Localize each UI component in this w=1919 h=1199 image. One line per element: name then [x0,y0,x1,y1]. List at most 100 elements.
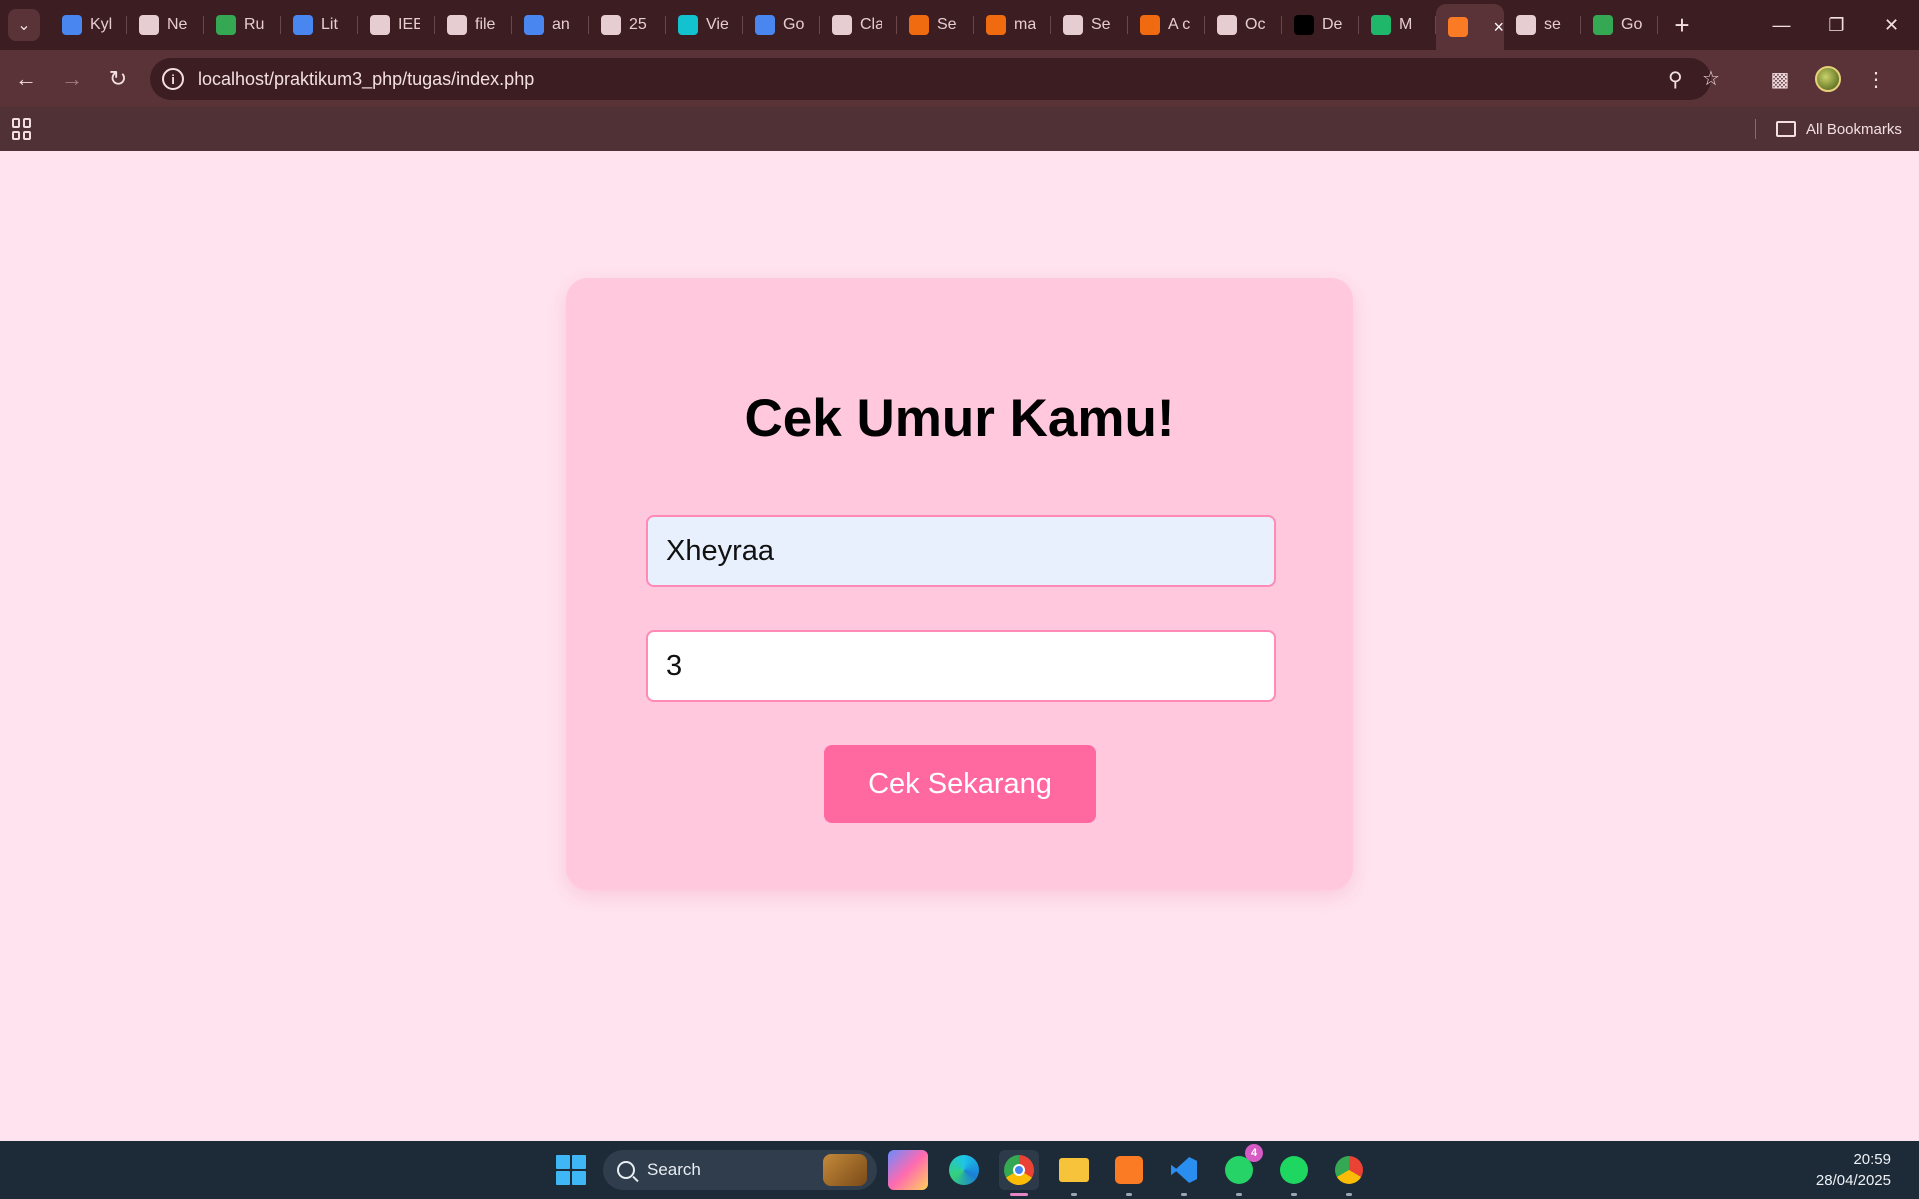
reload-icon: ↻ [108,65,128,91]
url-text[interactable]: localhost/praktikum3_php/tugas/index.php [198,69,534,90]
all-bookmarks-button[interactable]: All Bookmarks [1776,107,1902,151]
search-icon [617,1161,635,1179]
back-button[interactable]: ← [6,59,46,99]
google-translate-icon [755,15,775,35]
vscode-icon[interactable] [1164,1150,1204,1196]
system-clock[interactable]: 20:59 28/04/2025 [1816,1149,1891,1191]
browser-tab[interactable]: Go [743,0,820,50]
tab-label: Vie [706,16,728,33]
copilot-icon[interactable] [888,1150,928,1190]
browser-toolbar: ← → ↻ i localhost/praktikum3_php/tugas/i… [0,50,1919,107]
browser-tab[interactable]: an [512,0,589,50]
address-bar[interactable]: i localhost/praktikum3_php/tugas/index.p… [150,58,1720,100]
age-check-card: Cek Umur Kamu! Cek Sekarang [566,278,1353,890]
chrome-icon [139,15,159,35]
xampp-icon[interactable] [1109,1150,1149,1196]
clock-date: 28/04/2025 [1815,1172,1891,1189]
globe-icon [1063,15,1083,35]
browser-tab[interactable]: Kyl [50,0,127,50]
avatar [1815,66,1841,92]
browser-tab[interactable]: ma [974,0,1051,50]
windows-start-icon[interactable] [556,1155,586,1185]
tab-label: Lit [321,16,338,33]
spotify-icon[interactable] [1274,1150,1314,1196]
extensions-icon[interactable]: ▩ [1760,59,1800,99]
browser-tab[interactable]: file [435,0,512,50]
age-input[interactable] [646,630,1276,702]
close-window-button[interactable]: ✕ [1864,0,1919,50]
check-now-button[interactable]: Cek Sekarang [824,745,1096,823]
globe-icon [1516,15,1536,35]
e-icon [909,15,929,35]
x-icon [1294,15,1314,35]
tab-label: Go [1621,16,1643,33]
browser-tab[interactable]: Ru [204,0,281,50]
restore-button[interactable]: ❐ [1809,0,1864,50]
browser-tab[interactable]: se [1504,0,1581,50]
tab-label: 25 [629,16,647,33]
profile-button[interactable] [1808,59,1848,99]
browser-tab[interactable]: Ne [127,0,204,50]
page-title: Cek Umur Kamu! [744,389,1175,448]
toolbar-right: ▩ ⋮ [1760,58,1904,100]
close-tab-icon[interactable]: × [1493,17,1504,38]
new-tab-button[interactable]: + [1664,7,1700,43]
chrome-taskbar-icon[interactable] [999,1150,1039,1196]
name-input[interactable] [646,515,1276,587]
globe-icon [447,15,467,35]
browser-tab[interactable]: Se [897,0,974,50]
browser-tab[interactable]: A c [1128,0,1205,50]
whatsapp-icon[interactable]: 4 [1219,1144,1263,1196]
xampp-icon [1448,17,1468,37]
whatsapp-badge: 4 [1245,1144,1263,1162]
tab-label: Se [937,16,957,33]
tab-label: Oc [1245,16,1266,33]
zotero-icon [1371,15,1391,35]
browser-tab[interactable]: Lit [281,0,358,50]
file-explorer-icon[interactable] [1054,1150,1094,1196]
apps-grid-icon[interactable] [12,118,34,140]
tab-label: ma [1014,16,1036,33]
all-bookmarks-label: All Bookmarks [1806,120,1902,138]
browser-tab[interactable]: 25 [589,0,666,50]
clock-time: 20:59 [1853,1151,1891,1168]
tab-label: Ne [167,16,188,33]
forward-button[interactable]: → [52,59,92,99]
site-info-icon[interactable]: i [162,68,184,90]
browser-tab[interactable]: Cla [820,0,897,50]
browser-tab[interactable]: Go [1581,0,1658,50]
browser-tab[interactable]: IEE [358,0,435,50]
tab-label: Kyl [90,16,112,33]
chrome-profile-icon[interactable] [1329,1150,1369,1196]
edge-icon[interactable] [944,1150,984,1190]
browser-tab[interactable]: × [1436,4,1504,50]
restore-icon: ❐ [1828,14,1845,35]
minimize-button[interactable]: — [1754,0,1809,50]
tab-strip: ⌄ Kyl Ne Ru Lit IEE file an 25 Vie Go Cla Se ma Se A c… [0,0,1919,50]
tab-label: Go [783,16,805,33]
bookmark-star-icon[interactable]: ☆ [1702,66,1720,91]
canva-icon [678,15,698,35]
globe-icon [832,15,852,35]
reload-button[interactable]: ↻ [98,59,138,99]
browser-tab[interactable]: Vie [666,0,743,50]
arrow-left-icon: ← [15,65,37,91]
tab-label: M [1399,16,1413,33]
tab-label: De [1322,16,1343,33]
bookmarks-bar: All Bookmarks [0,107,1919,151]
browser-tab[interactable]: Oc [1205,0,1282,50]
browser-tab[interactable]: Se [1051,0,1128,50]
globe-icon [1217,15,1237,35]
menu-icon[interactable]: ⋮ [1856,59,1896,99]
taskbar-search[interactable]: Search [603,1150,877,1190]
browser-tab[interactable]: De [1282,0,1359,50]
browser-tab[interactable]: M [1359,0,1436,50]
tab-label: Ru [244,16,265,33]
search-highlight-icon [823,1154,867,1186]
zoom-icon[interactable]: ⚲ [1668,67,1683,92]
tab-label: file [475,16,496,33]
window-controls: — ❐ ✕ [1754,0,1919,50]
arrow-right-icon: → [61,65,83,91]
tab-search-button[interactable]: ⌄ [8,9,40,41]
google-meet-icon [1593,15,1613,35]
